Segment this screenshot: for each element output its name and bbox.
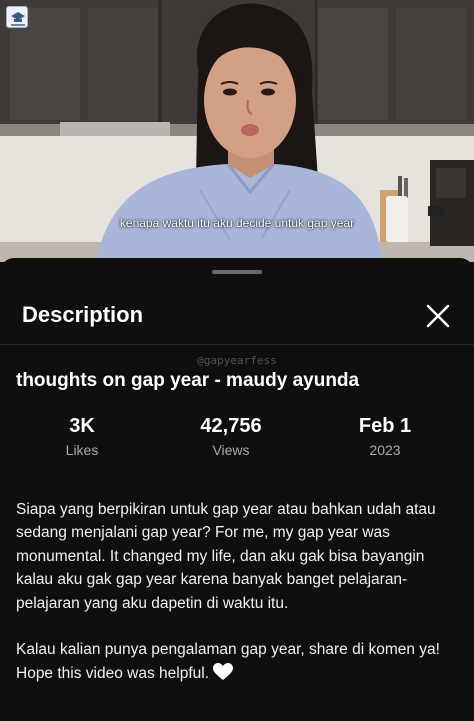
views-count: 42,756 xyxy=(200,415,262,437)
description-paragraph-1: Siapa yang berpikiran untuk gap year ata… xyxy=(16,501,436,612)
close-icon xyxy=(426,304,450,328)
publish-date: Feb 1 xyxy=(358,415,412,437)
screen: kenapa waktu itu aku decide untuk gap ye… xyxy=(0,0,474,721)
description-text: Siapa yang berpikiran untuk gap year ata… xyxy=(16,498,462,712)
publish-year: 2023 xyxy=(369,442,401,458)
date-stat: Feb 1 2023 xyxy=(325,414,445,460)
drag-handle[interactable] xyxy=(212,270,262,274)
close-button[interactable] xyxy=(420,298,456,334)
video-caption: kenapa waktu itu aku decide untuk gap ye… xyxy=(119,216,355,230)
video-title: thoughts on gap year - maudy ayunda xyxy=(16,370,360,391)
sheet-title: Description xyxy=(22,302,144,327)
description-paragraph-2: Kalau kalian punya pengalaman gap year, … xyxy=(16,638,462,688)
header-divider xyxy=(0,344,474,345)
views-label: Views xyxy=(212,442,250,458)
description-sheet: Description @gapyearfess thoughts on gap… xyxy=(0,258,474,721)
likes-count: 3K xyxy=(69,415,95,437)
views-stat: 42,756 Views xyxy=(171,414,291,460)
video-player[interactable]: kenapa waktu itu aku decide untuk gap ye… xyxy=(0,0,474,262)
likes-label: Likes xyxy=(65,442,99,458)
watermark-handle: @gapyearfess xyxy=(197,354,277,367)
likes-stat: 3K Likes xyxy=(22,414,142,460)
channel-logo-icon xyxy=(6,6,28,28)
video-stats: 3K Likes 42,756 Views Feb 1 2023 xyxy=(0,414,474,464)
white-heart-icon xyxy=(213,662,234,688)
sheet-header: Description xyxy=(0,292,474,344)
